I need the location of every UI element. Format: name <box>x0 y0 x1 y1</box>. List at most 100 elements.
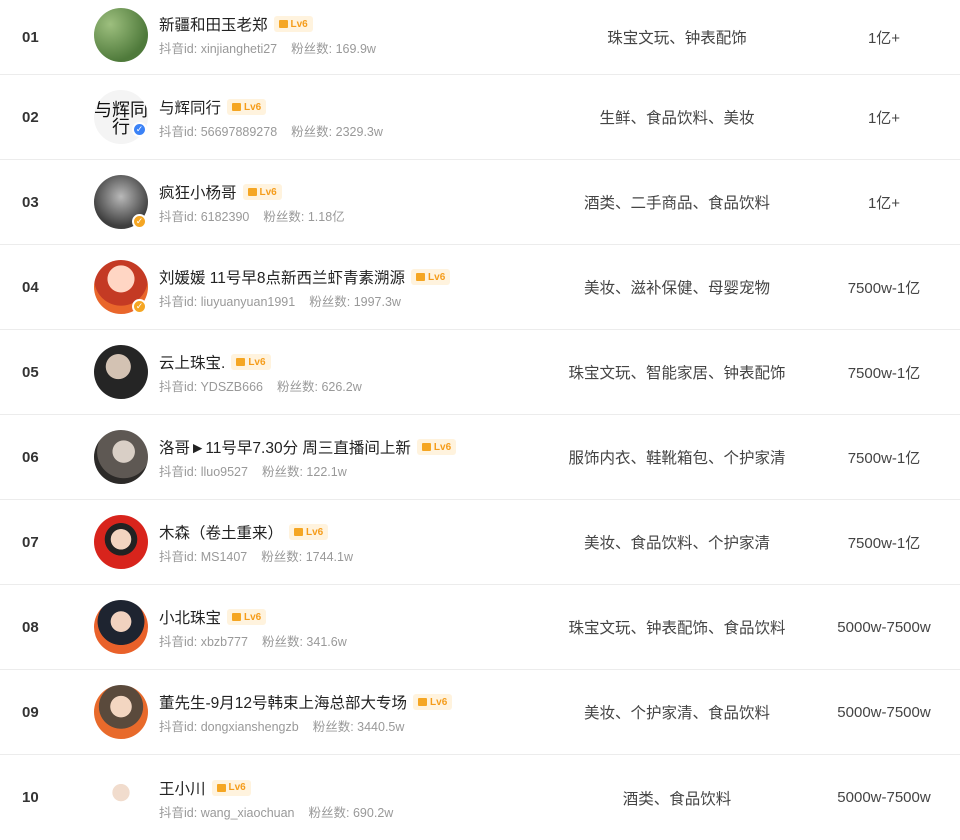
avatar-image <box>94 685 148 739</box>
level-text: Lv6 <box>228 782 246 793</box>
avatar-image <box>94 345 148 399</box>
table-row[interactable]: 01 新疆和田玉老郑 Lv6 抖音id: xinjiangheti27 粉丝数: … <box>0 0 960 75</box>
table-row[interactable]: 10 王小川 Lv6 抖音id: wang_xiaochuan 粉丝数: 690.… <box>0 755 960 840</box>
avatar-image <box>94 770 148 825</box>
avatar[interactable] <box>94 8 148 62</box>
crown-icon <box>294 528 304 536</box>
id-label: 抖音id: <box>159 550 198 564</box>
fans-label: 粉丝数: <box>309 295 351 309</box>
douyin-id: YDSZB666 <box>200 380 263 394</box>
table-row[interactable]: 06 洛哥►11号早7.30分 周三直播间上新 Lv6 抖音id: lluo95… <box>0 415 960 500</box>
streamer-name[interactable]: 与辉同行 <box>159 96 221 118</box>
streamer-name[interactable]: 王小川 <box>159 777 206 799</box>
streamer-info: 新疆和田玉老郑 Lv6 抖音id: xinjiangheti27 粉丝数: 169… <box>159 13 376 57</box>
streamer-name[interactable]: 小北珠宝 <box>159 606 221 628</box>
fans-count: 169.9w <box>335 42 376 56</box>
fans-label: 粉丝数: <box>261 550 303 564</box>
level-text: Lv6 <box>244 101 262 113</box>
douyin-id: wang_xiaochuan <box>200 805 295 820</box>
category-text: 珠宝文玩、钟表配饰 <box>607 30 747 47</box>
sales-range: 5000w-7500w <box>837 703 931 721</box>
streamer-meta: 抖音id: YDSZB666 粉丝数: 626.2w <box>159 376 362 395</box>
streamer-info: 与辉同行 Lv6 抖音id: 56697889278 粉丝数: 2329.3w <box>159 96 383 140</box>
fans-count: 626.2w <box>321 380 362 394</box>
table-row[interactable]: 02 与辉同行 ✓ 与辉同行 Lv6 抖音id: 56697889278 粉丝数:… <box>0 75 960 160</box>
level-badge: Lv6 <box>227 99 267 115</box>
level-text: Lv6 <box>248 356 266 368</box>
level-text: Lv6 <box>259 186 277 198</box>
avatar[interactable] <box>94 430 148 484</box>
sales-range: 7500w-1亿 <box>847 449 921 467</box>
streamer-meta: 抖音id: 56697889278 粉丝数: 2329.3w <box>159 121 383 140</box>
id-label: 抖音id: <box>159 720 198 734</box>
streamer-meta: 抖音id: lluo9527 粉丝数: 122.1w <box>159 461 456 480</box>
fans-count: 1997.3w <box>353 295 401 309</box>
sales-range: 7500w-1亿 <box>847 364 921 382</box>
douyin-id: 56697889278 <box>200 125 278 139</box>
avatar[interactable] <box>94 345 148 399</box>
level-badge: Lv6 <box>242 184 282 200</box>
fans-count: 1.18亿 <box>307 210 345 224</box>
streamer-name[interactable]: 木森（卷土重来） <box>159 521 283 543</box>
rank-number: 05 <box>22 363 39 381</box>
avatar[interactable] <box>94 685 148 739</box>
id-label: 抖音id: <box>159 125 198 139</box>
level-badge: Lv6 <box>411 269 451 285</box>
streamer-name[interactable]: 洛哥►11号早7.30分 周三直播间上新 <box>159 436 411 458</box>
crown-icon <box>216 783 226 792</box>
level-badge: Lv6 <box>416 439 457 455</box>
streamer-meta: 抖音id: liuyuanyuan1991 粉丝数: 1997.3w <box>159 291 450 310</box>
table-row[interactable]: 08 小北珠宝 Lv6 抖音id: xbzb777 粉丝数: 341.6w 珠宝文… <box>0 585 960 670</box>
sales-range: 1亿+ <box>867 194 901 212</box>
level-badge: Lv6 <box>227 609 267 625</box>
verified-icon: ✓ <box>132 299 147 314</box>
table-row[interactable]: 03 ✓ 疯狂小杨哥 Lv6 抖音id: 6182390 粉丝数: 1.18亿 酒… <box>0 160 960 245</box>
fans-label: 粉丝数: <box>261 635 303 649</box>
id-label: 抖音id: <box>159 42 198 56</box>
douyin-id: dongxianshengzb <box>200 720 299 734</box>
rank-number: 02 <box>22 108 39 126</box>
id-label: 抖音id: <box>159 210 198 224</box>
streamer-meta: 抖音id: MS1407 粉丝数: 1744.1w <box>159 546 353 565</box>
fans-count: 3440.5w <box>357 720 405 734</box>
fans-label: 粉丝数: <box>308 805 350 820</box>
level-badge: Lv6 <box>413 694 453 710</box>
level-text: Lv6 <box>433 441 452 453</box>
avatar-image <box>94 600 148 654</box>
streamer-name[interactable]: 疯狂小杨哥 <box>159 181 237 203</box>
level-text: Lv6 <box>306 526 324 538</box>
table-row[interactable]: 09 董先生-9月12号韩束上海总部大专场 Lv6 抖音id: dongxian… <box>0 670 960 755</box>
avatar[interactable] <box>94 515 148 569</box>
streamer-name[interactable]: 董先生-9月12号韩束上海总部大专场 <box>159 691 407 713</box>
streamer-info: 小北珠宝 Lv6 抖音id: xbzb777 粉丝数: 341.6w <box>159 606 347 650</box>
streamer-name[interactable]: 刘媛媛 11号早8点新西兰虾青素溯源 <box>159 266 405 288</box>
streamer-info: 云上珠宝. Lv6 抖音id: YDSZB666 粉丝数: 626.2w <box>159 351 362 395</box>
id-label: 抖音id: <box>159 380 198 394</box>
sales-range: 5000w-7500w <box>837 618 931 636</box>
avatar-image <box>94 8 148 62</box>
category-text: 服饰内衣、鞋靴箱包、个护家清 <box>568 450 786 467</box>
avatar[interactable] <box>94 600 148 654</box>
id-label: 抖音id: <box>159 295 198 309</box>
fans-label: 粉丝数: <box>291 42 333 56</box>
table-row[interactable]: 07 木森（卷土重来） Lv6 抖音id: MS1407 粉丝数: 1744.1w… <box>0 500 960 585</box>
crown-icon <box>232 613 242 621</box>
rank-number: 07 <box>22 533 39 551</box>
category-text: 美妆、滋补保健、母婴宠物 <box>583 280 770 297</box>
fans-label: 粉丝数: <box>276 380 318 394</box>
category-text: 珠宝文玩、智能家居、钟表配饰 <box>568 365 786 382</box>
level-badge: Lv6 <box>211 779 251 796</box>
streamer-name[interactable]: 云上珠宝. <box>159 351 225 373</box>
table-row[interactable]: 05 云上珠宝. Lv6 抖音id: YDSZB666 粉丝数: 626.2w 珠… <box>0 330 960 415</box>
fans-count: 122.1w <box>306 465 347 479</box>
streamer-name[interactable]: 新疆和田玉老郑 <box>159 13 268 35</box>
fans-label: 粉丝数: <box>291 125 333 139</box>
category-text: 美妆、食品饮料、个护家清 <box>583 535 770 552</box>
table-row[interactable]: 04 ✓ 刘媛媛 11号早8点新西兰虾青素溯源 Lv6 抖音id: liuyua… <box>0 245 960 330</box>
douyin-id: lluo9527 <box>200 465 248 479</box>
crown-icon <box>236 358 246 366</box>
avatar[interactable] <box>94 770 148 825</box>
streamer-info: 疯狂小杨哥 Lv6 抖音id: 6182390 粉丝数: 1.18亿 <box>159 181 345 225</box>
streamer-meta: 抖音id: 6182390 粉丝数: 1.18亿 <box>159 206 345 225</box>
streamer-info: 刘媛媛 11号早8点新西兰虾青素溯源 Lv6 抖音id: liuyuanyuan… <box>159 266 451 310</box>
